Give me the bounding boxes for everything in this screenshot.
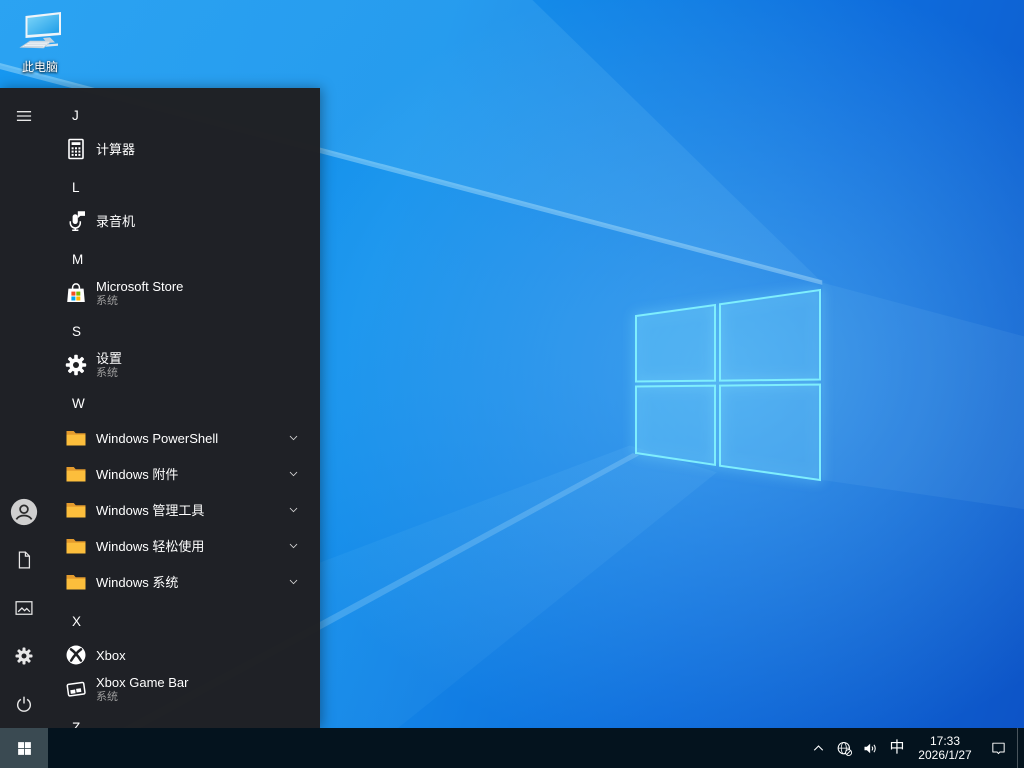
app-item-label: Windows PowerShell xyxy=(96,430,219,446)
mic-icon xyxy=(64,209,88,233)
app-list-letter-l[interactable]: L xyxy=(48,170,320,204)
chevron-down-icon[interactable] xyxy=(287,468,300,481)
start-menu-rail xyxy=(0,88,48,728)
folder-item-windows-system[interactable]: Windows 系统 xyxy=(48,564,320,600)
windows-logo-icon xyxy=(16,740,33,757)
app-item-calculator[interactable]: 计算器 xyxy=(48,132,320,166)
pictures-icon xyxy=(14,598,34,618)
letter-header-label: X xyxy=(72,613,82,629)
letter-header-label: S xyxy=(72,323,82,339)
letter-header-label: W xyxy=(72,395,85,411)
network-status-button[interactable] xyxy=(831,728,857,768)
start-button[interactable] xyxy=(0,728,48,768)
user-icon xyxy=(9,497,39,527)
show-desktop-button[interactable] xyxy=(1017,728,1022,768)
notification-icon xyxy=(990,740,1007,757)
app-item-microsoft-store[interactable]: Microsoft Store 系统 xyxy=(48,276,320,310)
start-menu: J 计算器 L 录音机 M Microsoft Store 系统 S 设置 系统… xyxy=(0,88,320,728)
expand-menu-button[interactable] xyxy=(0,92,48,140)
chevron-up-icon xyxy=(810,740,827,757)
chevron-down-icon[interactable] xyxy=(287,504,300,517)
calculator-icon xyxy=(64,137,88,161)
app-item-label: Xbox xyxy=(96,647,126,663)
pictures-button[interactable] xyxy=(0,584,48,632)
app-item-settings[interactable]: 设置 系统 xyxy=(48,348,320,382)
folder-item-windows-ease-of-access[interactable]: Windows 轻松使用 xyxy=(48,528,320,564)
show-hidden-icons-button[interactable] xyxy=(805,728,831,768)
letter-header-label: M xyxy=(72,251,84,267)
folder-icon xyxy=(64,534,88,558)
app-list-letter-x[interactable]: X xyxy=(48,604,320,638)
folder-item-windows-powershell[interactable]: Windows PowerShell xyxy=(48,420,320,456)
app-item-label: Xbox Game Bar xyxy=(96,674,189,690)
app-item-label: 设置 xyxy=(96,350,123,366)
ime-indicator[interactable]: 中 xyxy=(883,728,911,768)
app-list-letter-z[interactable]: Z xyxy=(48,710,320,729)
gamebar-icon xyxy=(64,677,88,701)
chevron-down-icon[interactable] xyxy=(287,576,300,589)
app-item-xbox-game-bar[interactable]: Xbox Game Bar 系统 xyxy=(48,672,320,706)
taskbar-clock[interactable]: 17:33 2026/1/27 xyxy=(911,728,979,768)
chevron-down-icon[interactable] xyxy=(287,432,300,445)
globe-no-internet-icon xyxy=(836,740,853,757)
documents-button[interactable] xyxy=(0,536,48,584)
letter-header-label: Z xyxy=(72,719,81,729)
computer-icon xyxy=(16,9,64,57)
app-item-label: Windows 附件 xyxy=(96,466,179,482)
app-item-sublabel: 系统 xyxy=(96,294,118,307)
app-list-letter-j[interactable]: J xyxy=(48,98,320,132)
letter-header-label: J xyxy=(72,107,79,123)
folder-icon xyxy=(64,462,88,486)
clock-date: 2026/1/27 xyxy=(918,748,972,762)
app-item-voice-recorder[interactable]: 录音机 xyxy=(48,204,320,238)
app-item-label: 录音机 xyxy=(96,213,136,229)
volume-button[interactable] xyxy=(857,728,883,768)
app-list: J 计算器 L 录音机 M Microsoft Store 系统 S 设置 系统… xyxy=(48,88,320,728)
store-icon xyxy=(64,281,88,305)
speaker-icon xyxy=(862,740,879,757)
power-button[interactable] xyxy=(0,680,48,728)
app-list-letter-m[interactable]: M xyxy=(48,242,320,276)
gear-icon xyxy=(14,646,34,666)
desktop-icon-this-pc[interactable]: 此电脑 xyxy=(10,6,70,78)
hamburger-icon xyxy=(14,106,34,126)
taskbar: 中 17:33 2026/1/27 xyxy=(0,728,1024,768)
folder-icon xyxy=(64,498,88,522)
folder-icon xyxy=(64,570,88,594)
user-account-button[interactable] xyxy=(0,488,48,536)
clock-time: 17:33 xyxy=(929,734,961,748)
wallpaper-windows-logo xyxy=(635,288,821,482)
desktop-icon-label: 此电脑 xyxy=(21,60,58,74)
action-center-button[interactable] xyxy=(979,728,1017,768)
gear-icon xyxy=(64,353,88,377)
app-item-label: 计算器 xyxy=(96,141,136,157)
app-item-xbox[interactable]: Xbox xyxy=(48,638,320,672)
folder-icon xyxy=(64,426,88,450)
folder-item-windows-admin-tools[interactable]: Windows 管理工具 xyxy=(48,492,320,528)
app-item-sublabel: 系统 xyxy=(96,690,118,703)
folder-item-windows-accessories[interactable]: Windows 附件 xyxy=(48,456,320,492)
chevron-down-icon[interactable] xyxy=(287,540,300,553)
letter-header-label: L xyxy=(72,179,80,195)
app-list-letter-w[interactable]: W xyxy=(48,386,320,420)
power-icon xyxy=(14,694,34,714)
settings-rail-button[interactable] xyxy=(0,632,48,680)
app-item-label: Windows 轻松使用 xyxy=(96,538,205,554)
app-item-label: Windows 系统 xyxy=(96,574,179,590)
app-item-label: Windows 管理工具 xyxy=(96,502,205,518)
system-tray: 中 17:33 2026/1/27 xyxy=(805,728,1024,768)
app-item-sublabel: 系统 xyxy=(96,366,118,379)
app-list-letter-s[interactable]: S xyxy=(48,314,320,348)
app-item-label: Microsoft Store xyxy=(96,278,184,294)
document-icon xyxy=(14,550,34,570)
xbox-icon xyxy=(64,643,88,667)
